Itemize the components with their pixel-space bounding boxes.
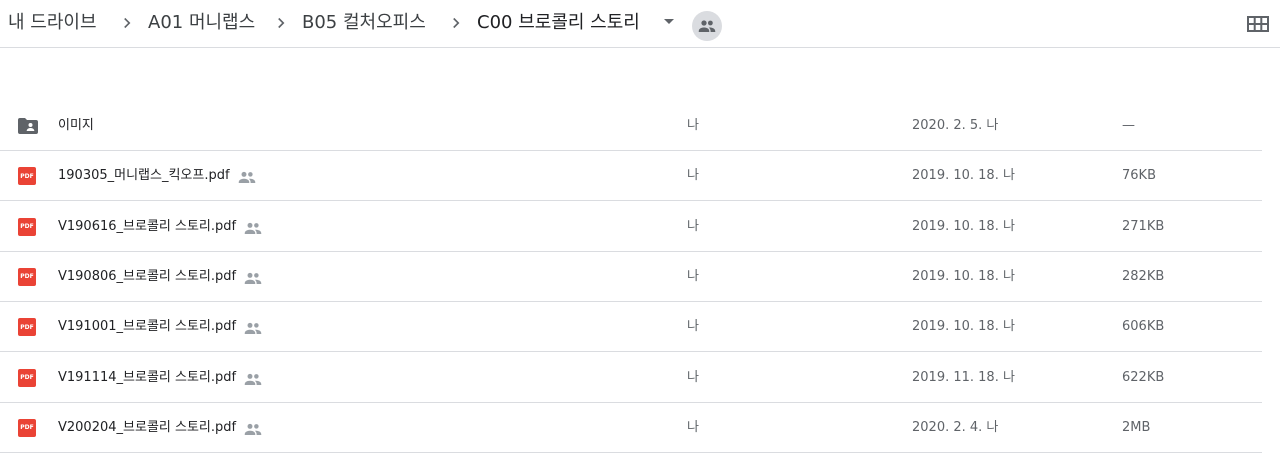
owner-cell: 나 — [687, 118, 699, 133]
shared-folder-icon — [18, 117, 38, 135]
shared-people-icon — [244, 420, 262, 435]
file-size-cell: 2MB — [1122, 419, 1151, 435]
file-name: 190305_머니랩스_킥오프.pdf — [58, 168, 230, 184]
file-size-cell: 606KB — [1122, 319, 1165, 335]
shared-people-icon — [238, 168, 256, 184]
last-modified-cell: 2019. 10. 18. 나 — [912, 168, 1015, 184]
pdf-badge: PDF — [18, 217, 36, 236]
file-size-cell: — — [1122, 118, 1135, 133]
breadcrumb-my-drive[interactable]: 내 드라이브 — [8, 10, 97, 36]
owner-cell: 나 — [687, 419, 699, 435]
last-modified-cell: 2019. 10. 18. 나 — [912, 268, 1015, 284]
breadcrumb-a01[interactable]: A01 머니랩스 — [148, 10, 255, 36]
last-modified-cell: 2020. 2. 5. 나 — [912, 118, 999, 133]
file-name: V191114_브로콜리 스토리.pdf — [58, 369, 237, 385]
file-name: V191001_브로콜리 스토리.pdf — [58, 319, 237, 335]
breadcrumb-b05[interactable]: B05 컬처오피스 — [302, 10, 426, 36]
file-name: V190806_브로콜리 스토리.pdf — [58, 268, 237, 284]
chevron-right-icon — [278, 17, 285, 29]
pdf-file-icon: PDF — [18, 267, 38, 286]
file-size-cell: 282KB — [1122, 268, 1165, 284]
file-row[interactable]: PDF 190305_머니랩스_킥오프.pdf 나 2019. 10. 18. 나 76… — [0, 151, 1262, 202]
owner-cell: 나 — [687, 319, 699, 335]
file-row[interactable]: PDF V190616_브로콜리 스토리.pdf 나 2019. 10. 18. 나 2… — [0, 202, 1262, 252]
pdf-file-icon: PDF — [18, 368, 38, 387]
file-row[interactable]: PDF V191114_브로콜리 스토리.pdf 나 2019. 11. 18. 나 6… — [0, 353, 1262, 403]
people-icon — [698, 20, 716, 32]
pdf-file-icon: PDF — [18, 418, 38, 437]
owner-cell: 나 — [687, 218, 699, 234]
last-modified-cell: 2019. 10. 18. 나 — [912, 218, 1015, 234]
pdf-badge: PDF — [18, 368, 36, 387]
pdf-badge: PDF — [18, 418, 36, 437]
pdf-file-icon: PDF — [18, 217, 38, 236]
pdf-badge: PDF — [18, 318, 36, 337]
chevron-right-icon — [124, 17, 131, 29]
shared-people-icon — [244, 370, 262, 385]
owner-cell: 나 — [687, 268, 699, 284]
breadcrumb-bar: 내 드라이브 A01 머니랩스 B05 컬처오피스 C00 브로콜리 스토리 — [0, 0, 1280, 48]
file-row[interactable]: PDF V200204_브로콜리 스토리.pdf 나 2020. 2. 4. 나 2MB — [0, 403, 1262, 453]
pdf-badge: PDF — [18, 167, 36, 186]
file-name: V200204_브로콜리 스토리.pdf — [58, 419, 237, 435]
last-modified-cell: 2020. 2. 4. 나 — [912, 419, 999, 435]
file-size-cell: 76KB — [1122, 168, 1156, 184]
owner-cell: 나 — [687, 369, 699, 385]
pdf-file-icon: PDF — [18, 167, 38, 186]
shared-people-icon — [244, 319, 262, 335]
file-row[interactable]: PDF V191001_브로콜리 스토리.pdf 나 2019. 10. 18. 나 6… — [0, 302, 1262, 353]
shared-people-icon — [244, 269, 262, 284]
grid-view-button[interactable] — [1246, 14, 1270, 34]
chevron-right-icon — [453, 17, 460, 29]
file-name: V190616_브로콜리 스토리.pdf — [58, 218, 237, 234]
last-modified-cell: 2019. 10. 18. 나 — [912, 319, 1015, 335]
breadcrumb-c00-current-folder[interactable]: C00 브로콜리 스토리 — [477, 10, 640, 36]
arrow-drop-down-icon[interactable] — [664, 19, 674, 24]
grid-view-icon — [1247, 16, 1269, 32]
owner-cell: 나 — [687, 168, 699, 184]
file-row[interactable]: PDF V190806_브로콜리 스토리.pdf 나 2019. 10. 18. 나 2… — [0, 252, 1262, 302]
folder-row[interactable]: 이미지 나 2020. 2. 5. 나 — — [0, 101, 1262, 151]
shared-folder-button[interactable] — [692, 11, 722, 41]
pdf-badge: PDF — [18, 267, 36, 286]
shared-people-icon — [244, 219, 262, 234]
file-name: 이미지 — [58, 118, 94, 133]
pdf-file-icon: PDF — [18, 318, 38, 337]
last-modified-cell: 2019. 11. 18. 나 — [912, 369, 1015, 385]
file-size-cell: 622KB — [1122, 369, 1165, 385]
file-size-cell: 271KB — [1122, 218, 1165, 234]
